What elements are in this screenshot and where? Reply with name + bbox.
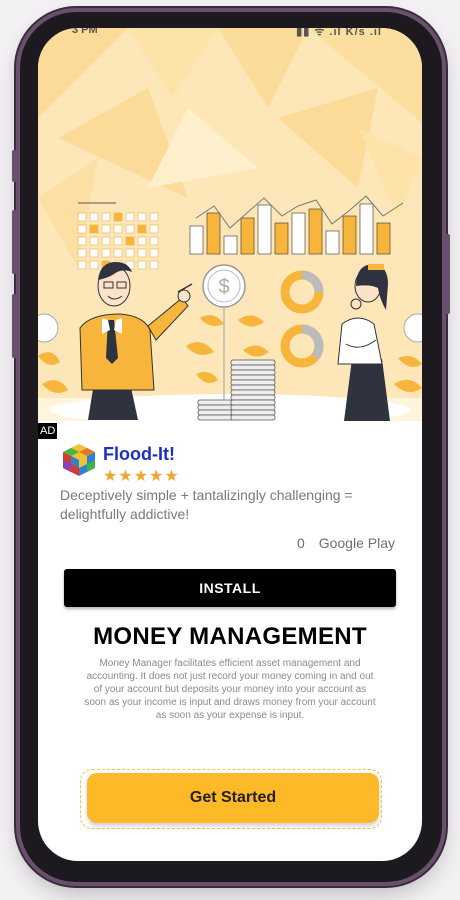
- status-bar: 3 PM ▮▮ ᯤ .ıl K/s .ıl: [38, 28, 422, 44]
- flood-it-app-icon[interactable]: [61, 442, 97, 478]
- get-started-wrapper: Get Started: [80, 769, 382, 829]
- page-title: MONEY MANAGEMENT: [93, 623, 367, 650]
- ad-app-header[interactable]: Flood-It! ★★★★★: [61, 442, 401, 485]
- app-screen: 3 PM ▮▮ ᯤ .ıl K/s .ıl $ AD Flood-It! ★★★…: [38, 28, 422, 861]
- status-time: 3 PM: [72, 28, 98, 36]
- get-started-button[interactable]: Get Started: [87, 773, 379, 823]
- status-icons: ▮▮ ᯤ .ıl K/s .ıl: [296, 28, 382, 38]
- phone-volume-up: [12, 210, 17, 274]
- phone-side-button: [12, 150, 17, 182]
- rating-stars-icon: ★★★★★: [103, 468, 180, 485]
- install-button[interactable]: INSTALL: [64, 569, 396, 607]
- phone-volume-down: [12, 294, 17, 358]
- phone-power-button: [445, 234, 450, 314]
- ad-meta: 0 Google Play: [297, 535, 395, 551]
- page-description: Money Manager facilitates efficient asse…: [84, 658, 376, 721]
- hero-illustration: $: [38, 28, 422, 421]
- ad-price: 0: [297, 535, 305, 551]
- ad-app-name[interactable]: Flood-It!: [103, 444, 175, 465]
- ad-badge: AD: [38, 423, 58, 439]
- ad-tagline: Deceptively simple + tantalizingly chall…: [60, 487, 353, 522]
- ad-store: Google Play: [318, 535, 395, 551]
- svg-text:$: $: [218, 276, 229, 298]
